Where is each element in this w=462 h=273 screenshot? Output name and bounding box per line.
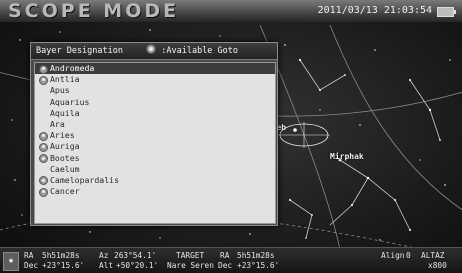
ra-label: RA	[24, 251, 34, 260]
constellation-list[interactable]: Andromeda Antlia Apus Aquarius Aquila Ara Arie…	[34, 62, 276, 224]
star-label-mirphak[interactable]: Mirphak	[330, 152, 364, 161]
az-value: 263°54.1'	[114, 251, 157, 260]
scope-mode-screen: SCOPE MODE 2011/03/13 21:03:54 Deneb Mir…	[0, 0, 462, 273]
alt-value: +50°20.1'	[116, 261, 159, 270]
panel-legend: :Available Goto	[161, 46, 239, 56]
panel-title: Bayer Designation	[36, 46, 123, 56]
mode-title: SCOPE MODE	[8, 0, 180, 22]
list-item-label: Apus	[50, 85, 70, 96]
dec-value: +23°15.6'	[42, 261, 85, 270]
alt-label: Alt	[99, 261, 114, 270]
goto-available-icon	[39, 142, 48, 152]
list-item-label: Bootes	[50, 152, 80, 163]
goto-available-icon	[39, 176, 48, 186]
target-ra-label: RA	[220, 251, 230, 260]
list-item-label: Cancer	[50, 186, 80, 197]
goto-available-icon	[39, 75, 48, 85]
dec-label: Dec	[24, 261, 39, 270]
star-icon[interactable]: ★	[3, 252, 19, 271]
list-item[interactable]: Bootes	[35, 153, 275, 164]
zoom-level: x800	[428, 261, 447, 270]
status-bar: ★ RA 5h51m28s Dec +23°15.6' Az 263°54.1'…	[0, 247, 462, 273]
list-item-label: Andromeda	[50, 63, 95, 73]
target-ra-value: 5h51m28s	[237, 251, 275, 260]
date-time: 2011/03/13 21:03:54	[317, 5, 432, 16]
title-bar: SCOPE MODE 2011/03/13 21:03:54	[0, 0, 462, 22]
list-item[interactable]: Aquarius	[35, 97, 275, 108]
mount-mode[interactable]: ALTAZ	[421, 251, 444, 260]
list-item[interactable]: Aries	[35, 130, 275, 141]
list-item-label: Auriga	[50, 141, 80, 152]
list-item-label: Antlia	[50, 74, 80, 85]
list-item[interactable]: Cancer	[35, 186, 275, 197]
list-item[interactable]: Apus	[35, 85, 275, 96]
goto-available-icon	[39, 187, 48, 197]
list-item-label: Aquarius	[50, 96, 90, 107]
list-item-label: Aries	[50, 130, 75, 141]
goto-available-icon	[39, 154, 48, 163]
list-item[interactable]: Camelopardalis	[35, 175, 275, 186]
bayer-designation-panel: Bayer Designation :Available Goto Androm…	[30, 42, 278, 226]
align-value: 0	[406, 251, 411, 260]
ra-value: 5h51m28s	[42, 251, 80, 260]
list-item-label: Aquila	[50, 107, 80, 118]
target-dec-label: Dec	[218, 261, 233, 270]
goto-available-icon	[39, 131, 48, 141]
goto-available-icon	[39, 64, 48, 74]
list-item-label: Caelum	[50, 163, 80, 174]
scope-reticle-icon	[278, 122, 330, 148]
list-item[interactable]: Caelum	[35, 164, 275, 175]
list-item-label: Camelopardalis	[50, 174, 120, 185]
az-label: Az	[99, 251, 109, 260]
list-item[interactable]: Aquila	[35, 108, 275, 119]
battery-icon	[437, 7, 456, 17]
target-label: TARGET	[176, 251, 205, 260]
list-item[interactable]: Auriga	[35, 141, 275, 152]
target-name: Nare Seren	[167, 261, 214, 270]
list-item[interactable]: Andromeda	[35, 63, 275, 75]
align-label: Align	[381, 251, 405, 260]
target-dec-value: +23°15.6'	[237, 261, 280, 270]
list-item-label: Ara	[50, 118, 65, 129]
panel-header: Bayer Designation :Available Goto	[31, 43, 277, 60]
goto-available-icon	[146, 44, 157, 54]
list-item[interactable]: Antlia	[35, 74, 275, 85]
list-item[interactable]: Ara	[35, 119, 275, 130]
